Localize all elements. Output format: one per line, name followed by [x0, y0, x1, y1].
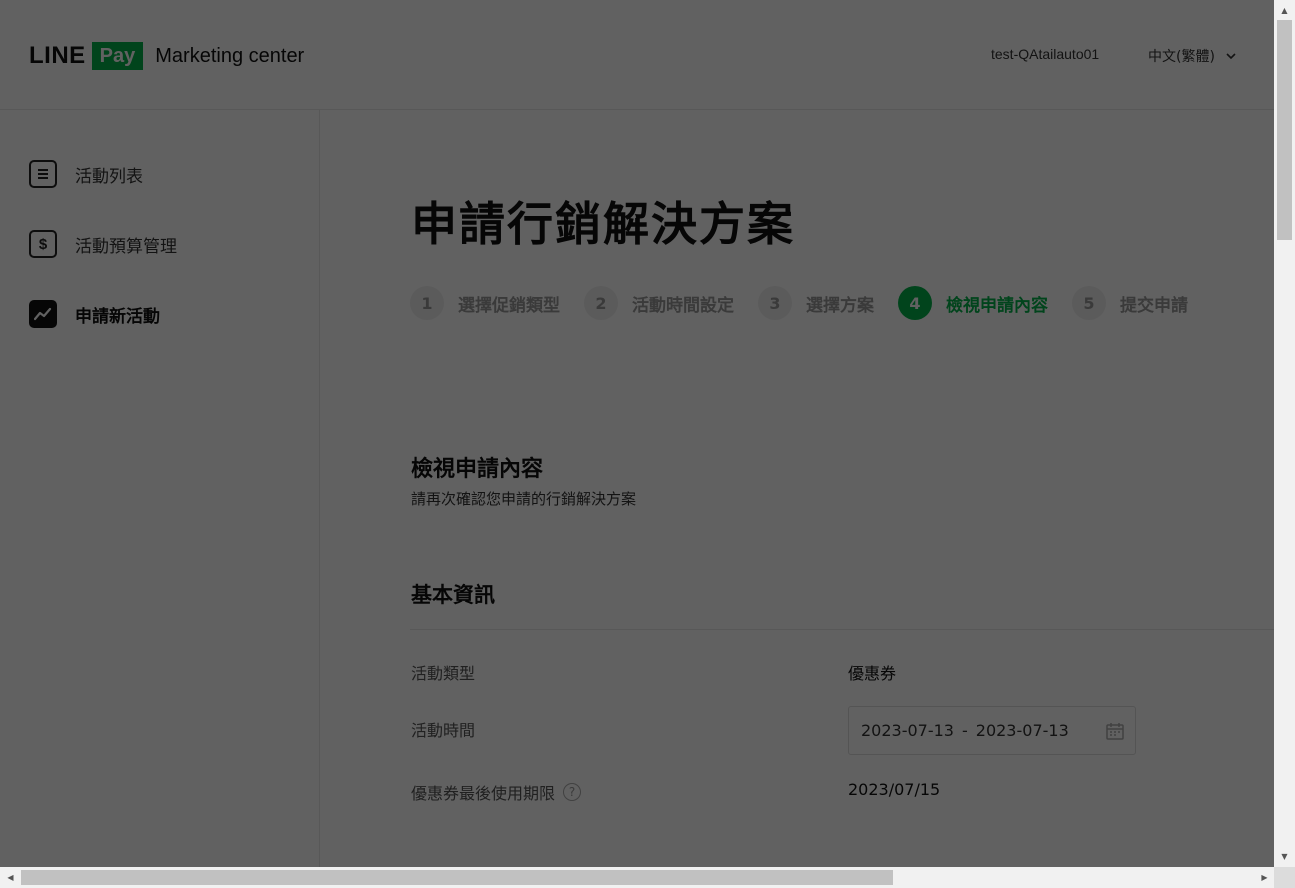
page-title: 申請行銷解決方案 — [411, 197, 795, 251]
chevron-down-icon — [1226, 53, 1236, 60]
date-separator: - — [961, 721, 968, 740]
date-range-field[interactable]: 2023-07-13 - 2023-07-13 — [848, 706, 1136, 755]
language-label: 中文(繁體) — [1148, 49, 1215, 65]
sidebar-item-label: 申請新活動 — [75, 306, 160, 327]
scroll-up-icon[interactable]: ▲ — [1274, 2, 1295, 19]
horizontal-scrollbar[interactable]: ◀ ▶ — [0, 867, 1274, 888]
activity-type-value: 優惠券 — [848, 664, 897, 683]
scroll-right-icon[interactable]: ▶ — [1256, 867, 1273, 888]
help-icon[interactable]: ? — [563, 783, 582, 801]
step-number: 1 — [410, 286, 444, 320]
activity-time-label: 活動時間 — [411, 721, 476, 740]
step-number: 4 — [898, 286, 932, 320]
step-label: 選擇方案 — [806, 295, 874, 316]
coupon-expiry-value: 2023/07/15 — [848, 780, 941, 799]
horizontal-scroll-thumb[interactable] — [21, 870, 893, 885]
step-number: 2 — [584, 286, 618, 320]
step-1: 1 選擇促銷類型 — [410, 286, 560, 320]
sidebar: 活動列表 $ 活動預算管理 申請新活動 — [0, 110, 320, 867]
basic-info-title: 基本資訊 — [411, 583, 495, 607]
scroll-down-icon[interactable]: ▼ — [1274, 848, 1295, 865]
section-title: 檢視申請內容 — [411, 457, 544, 482]
sidebar-item-budget[interactable]: $ 活動預算管理 — [29, 228, 177, 260]
logo-line-text: LINE — [29, 42, 86, 69]
step-2: 2 活動時間設定 — [584, 286, 734, 320]
logo-pay-badge: Pay — [91, 42, 144, 70]
vertical-scroll-thumb[interactable] — [1277, 20, 1292, 240]
language-selector[interactable]: 中文(繁體) — [1148, 46, 1237, 66]
coupon-expiry-label: 優惠券最後使用期限 ? — [411, 780, 582, 804]
step-number: 3 — [758, 286, 792, 320]
section-subtitle: 請再次確認您申請的行銷解決方案 — [411, 490, 637, 508]
step-label: 提交申請 — [1120, 295, 1188, 316]
sidebar-item-activity-list[interactable]: 活動列表 — [29, 158, 143, 190]
step-label: 選擇促銷類型 — [458, 295, 560, 316]
date-start: 2023-07-13 — [861, 721, 954, 740]
step-number: 5 — [1072, 286, 1106, 320]
scroll-left-icon[interactable]: ◀ — [2, 867, 19, 888]
step-4-current: 4 檢視申請內容 — [898, 286, 1048, 320]
date-end: 2023-07-13 — [975, 721, 1069, 740]
dollar-icon: $ — [29, 230, 57, 258]
activity-type-label: 活動類型 — [411, 664, 476, 683]
step-label: 活動時間設定 — [632, 295, 734, 316]
sidebar-item-label: 活動列表 — [75, 166, 143, 187]
scrollbar-corner — [1274, 867, 1295, 888]
user-account[interactable]: test-QAtailauto01 — [991, 46, 1099, 62]
sidebar-item-new-activity[interactable]: 申請新活動 — [29, 298, 160, 330]
step-3: 3 選擇方案 — [758, 286, 874, 320]
step-5: 5 提交申請 — [1072, 286, 1188, 320]
stepper: 1 選擇促銷類型 2 活動時間設定 3 選擇方案 4 檢視申請內容 5 提交申請 — [410, 286, 1212, 320]
app-root: LINE Pay Marketing center test-QAtailaut… — [0, 0, 1274, 867]
vertical-scrollbar[interactable]: ▲ ▼ — [1274, 0, 1295, 867]
logo-product-name: Marketing center — [155, 44, 305, 67]
trend-chart-icon — [29, 300, 57, 328]
sidebar-item-label: 活動預算管理 — [75, 236, 177, 257]
coupon-expiry-label-text: 優惠券最後使用期限 — [411, 784, 556, 803]
section-divider — [410, 629, 1274, 630]
top-header: LINE Pay Marketing center test-QAtailaut… — [0, 0, 1274, 110]
line-pay-logo[interactable]: LINE Pay Marketing center — [29, 40, 304, 72]
step-label: 檢視申請內容 — [946, 295, 1048, 316]
calendar-icon — [1106, 723, 1124, 740]
list-icon — [29, 160, 57, 188]
